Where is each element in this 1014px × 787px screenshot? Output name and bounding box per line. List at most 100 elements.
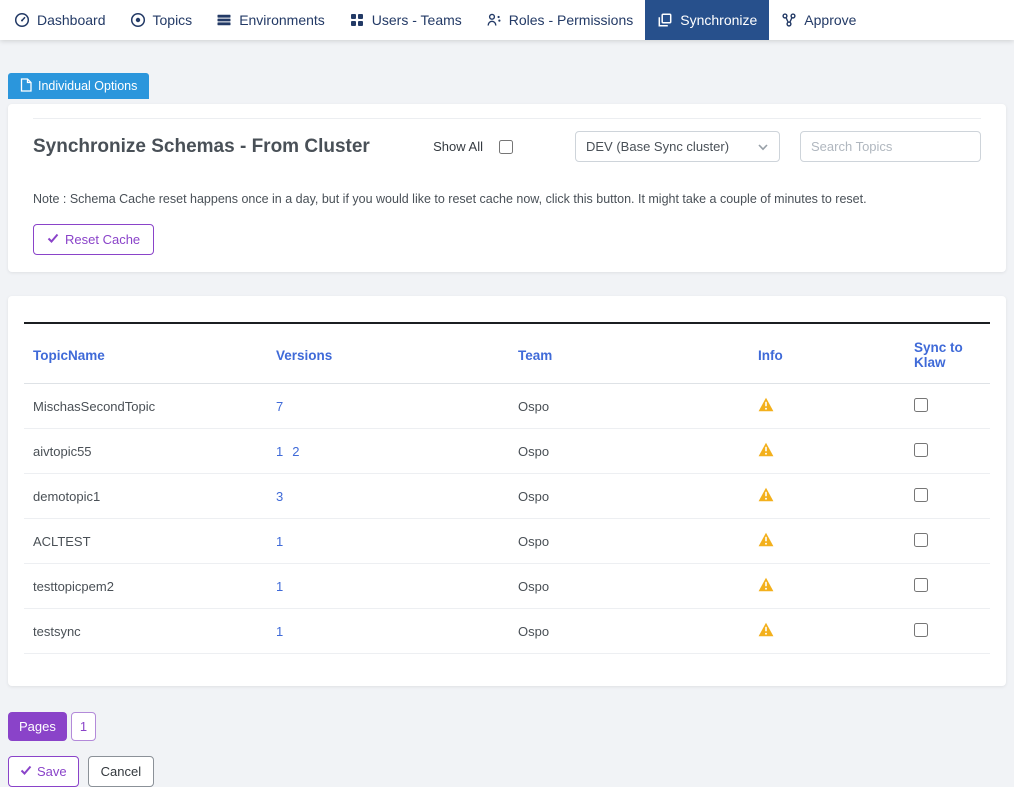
chevron-down-icon xyxy=(757,141,769,153)
sync-to-klaw-checkbox[interactable] xyxy=(914,488,928,502)
panel-header: Synchronize Schemas - From Cluster Show … xyxy=(33,131,981,162)
sync-cell xyxy=(905,564,990,609)
version-link[interactable]: 1 xyxy=(276,534,283,549)
nav-item-label: Synchronize xyxy=(680,12,757,28)
dashboard-icon xyxy=(14,12,30,28)
topic-name-cell: testsync xyxy=(24,609,267,654)
environments-icon xyxy=(216,12,232,28)
nav-item-roles-permissions[interactable]: Roles - Permissions xyxy=(474,0,645,40)
warning-icon[interactable] xyxy=(758,532,774,547)
warning-icon[interactable] xyxy=(758,442,774,457)
tab-individual-options-label: Individual Options xyxy=(38,79,137,93)
save-button[interactable]: Save xyxy=(8,756,79,787)
topic-name-cell: aivtopic55 xyxy=(24,429,267,474)
topic-name-cell: ACLTEST xyxy=(24,519,267,564)
sync-cell xyxy=(905,609,990,654)
cluster-select-value: DEV (Base Sync cluster) xyxy=(586,139,757,154)
table-header-row: TopicNameVersionsTeamInfoSync to Klaw xyxy=(24,323,990,384)
table-row: ACLTEST 1 Ospo xyxy=(24,519,990,564)
versions-cell: 7 xyxy=(267,384,509,429)
sync-cell xyxy=(905,384,990,429)
nav-item-label: Topics xyxy=(153,12,193,28)
sync-cell xyxy=(905,474,990,519)
nav-item-label: Users - Teams xyxy=(372,12,462,28)
sync-to-klaw-checkbox[interactable] xyxy=(914,623,928,637)
nav-item-approve[interactable]: Approve xyxy=(769,0,868,40)
team-cell: Ospo xyxy=(509,564,749,609)
info-cell xyxy=(749,384,905,429)
column-header: TopicName xyxy=(24,323,267,384)
info-cell xyxy=(749,429,905,474)
team-cell: Ospo xyxy=(509,609,749,654)
versions-cell: 3 xyxy=(267,474,509,519)
file-icon xyxy=(20,78,32,95)
check-icon xyxy=(20,764,32,779)
versions-cell: 1 xyxy=(267,609,509,654)
nav-item-users-teams[interactable]: Users - Teams xyxy=(337,0,474,40)
sync-cell xyxy=(905,429,990,474)
version-link[interactable]: 2 xyxy=(292,444,299,459)
nav-item-label: Roles - Permissions xyxy=(509,12,633,28)
nav-item-label: Approve xyxy=(804,12,856,28)
sync-to-klaw-checkbox[interactable] xyxy=(914,578,928,592)
page-number-button[interactable]: 1 xyxy=(71,712,96,741)
pagination: Pages 1 xyxy=(8,712,1006,741)
version-link[interactable]: 1 xyxy=(276,579,283,594)
users-teams-icon xyxy=(349,12,365,28)
topics-icon xyxy=(130,12,146,28)
pages-button[interactable]: Pages xyxy=(8,712,67,741)
footer-actions: Save Cancel xyxy=(8,756,1006,787)
page-title: Synchronize Schemas - From Cluster xyxy=(33,136,370,158)
cancel-button[interactable]: Cancel xyxy=(88,756,154,787)
topic-name-cell: demotopic1 xyxy=(24,474,267,519)
team-cell: Ospo xyxy=(509,474,749,519)
team-cell: Ospo xyxy=(509,519,749,564)
topics-table: TopicNameVersionsTeamInfoSync to Klaw Mi… xyxy=(24,322,990,654)
check-icon xyxy=(47,232,59,247)
roles-permissions-icon xyxy=(486,12,502,28)
reset-cache-button[interactable]: Reset Cache xyxy=(33,224,154,255)
topics-table-card: TopicNameVersionsTeamInfoSync to Klaw Mi… xyxy=(8,296,1006,686)
panel-controls: Show All DEV (Base Sync cluster) xyxy=(433,131,981,162)
table-row: testsync 1 Ospo xyxy=(24,609,990,654)
column-header: Sync to Klaw xyxy=(905,323,990,384)
page-number-list: 1 xyxy=(67,712,96,741)
info-cell xyxy=(749,609,905,654)
topic-name-cell: testtopicpem2 xyxy=(24,564,267,609)
nav-item-environments[interactable]: Environments xyxy=(204,0,337,40)
team-cell: Ospo xyxy=(509,384,749,429)
nav-item-dashboard[interactable]: Dashboard xyxy=(2,0,118,40)
nav-item-label: Environments xyxy=(239,12,325,28)
info-cell xyxy=(749,519,905,564)
nav-item-label: Dashboard xyxy=(37,12,106,28)
column-header: Versions xyxy=(267,323,509,384)
search-topics-input[interactable] xyxy=(800,131,981,162)
versions-cell: 1 xyxy=(267,564,509,609)
versions-cell: 1 xyxy=(267,519,509,564)
warning-icon[interactable] xyxy=(758,622,774,637)
version-link[interactable]: 1 xyxy=(276,624,283,639)
info-cell xyxy=(749,474,905,519)
warning-icon[interactable] xyxy=(758,397,774,412)
show-all-label: Show All xyxy=(433,139,483,154)
version-link[interactable]: 1 xyxy=(276,444,283,459)
show-all-checkbox[interactable] xyxy=(499,140,513,154)
sync-schemas-panel: Synchronize Schemas - From Cluster Show … xyxy=(8,104,1006,272)
sync-to-klaw-checkbox[interactable] xyxy=(914,443,928,457)
topic-name-cell: MischasSecondTopic xyxy=(24,384,267,429)
cluster-select[interactable]: DEV (Base Sync cluster) xyxy=(575,131,780,162)
approve-icon xyxy=(781,12,797,28)
warning-icon[interactable] xyxy=(758,487,774,502)
tab-individual-options[interactable]: Individual Options xyxy=(8,73,149,99)
version-link[interactable]: 7 xyxy=(276,399,283,414)
warning-icon[interactable] xyxy=(758,577,774,592)
nav-item-topics[interactable]: Topics xyxy=(118,0,205,40)
table-row: MischasSecondTopic 7 Ospo xyxy=(24,384,990,429)
version-link[interactable]: 3 xyxy=(276,489,283,504)
nav-item-synchronize[interactable]: Synchronize xyxy=(645,0,769,40)
table-row: aivtopic5512Ospo xyxy=(24,429,990,474)
sync-to-klaw-checkbox[interactable] xyxy=(914,398,928,412)
column-header: Team xyxy=(509,323,749,384)
synchronize-icon xyxy=(657,12,673,28)
sync-to-klaw-checkbox[interactable] xyxy=(914,533,928,547)
